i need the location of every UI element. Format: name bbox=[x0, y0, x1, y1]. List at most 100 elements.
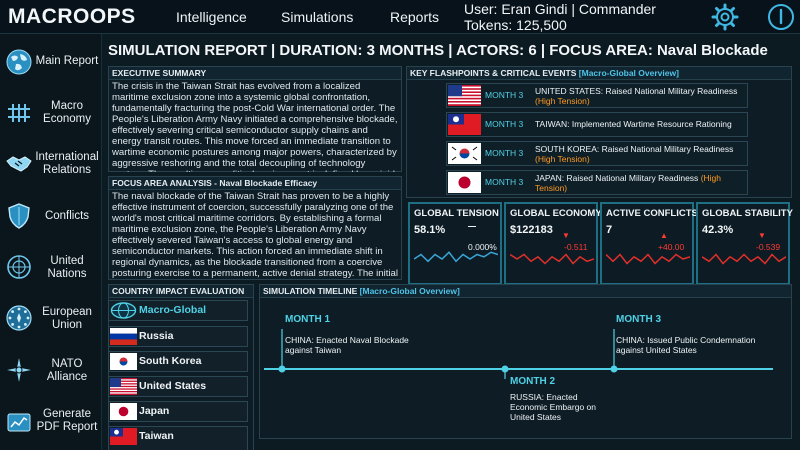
nato-compass-icon bbox=[7, 358, 31, 382]
us-flag-icon bbox=[448, 85, 481, 106]
sidebar-item-united-nations[interactable]: United Nations bbox=[0, 243, 102, 293]
metric-card-global-stability[interactable]: GLOBAL STABILITY 42.3% -0.539 ▼ bbox=[696, 202, 793, 285]
top-bar: MACROOPS Intelligence Simulations Report… bbox=[0, 0, 800, 34]
sidebar-label-main-report: Main Report bbox=[35, 55, 99, 67]
timeline-event-text: CHINA: Issued Public Condemnation agains… bbox=[616, 335, 756, 355]
nav-reports[interactable]: Reports bbox=[390, 9, 439, 25]
token-balance: Tokens: 125,500 bbox=[464, 17, 567, 33]
event-row[interactable]: MONTH 3 UNITED STATES: Raised National M… bbox=[446, 83, 748, 108]
sidebar-label-international-relations: International Relations bbox=[35, 151, 99, 176]
report-title: SIMULATION REPORT | DURATION: 3 MONTHS |… bbox=[108, 42, 768, 59]
pdf-report-icon bbox=[7, 413, 31, 432]
power-icon[interactable] bbox=[767, 3, 795, 31]
sidebar-item-macro-economy[interactable]: Macro Economy bbox=[0, 89, 102, 139]
shield-icon bbox=[8, 203, 30, 229]
event-row[interactable]: MONTH 3 TAIWAN: Implemented Wartime Reso… bbox=[446, 112, 748, 137]
eu-star-circle-icon bbox=[6, 305, 32, 331]
country-name: Russia bbox=[139, 330, 174, 342]
metric-title: GLOBAL ECONOMY bbox=[510, 208, 602, 219]
user-info: User: Eran Gindi | Commander bbox=[464, 1, 656, 17]
metric-card-global-economy[interactable]: GLOBAL ECONOMY $122183 -0.511 ▼ bbox=[504, 202, 602, 285]
nav-simulations[interactable]: Simulations bbox=[281, 9, 353, 25]
metric-title: GLOBAL TENSION bbox=[414, 208, 499, 219]
sparkline bbox=[510, 253, 594, 265]
event-description: TAIWAN: Implemented Wartime Resource Rat… bbox=[535, 119, 732, 129]
up-arrow-icon: ▲ bbox=[660, 231, 668, 240]
event-description: SOUTH KOREA: Raised National Military Re… bbox=[535, 144, 734, 164]
sparkline-path bbox=[414, 251, 498, 263]
focus-analysis-heading: FOCUS AREA ANALYSIS - Naval Blockade Eff… bbox=[109, 177, 401, 190]
country-item-russia[interactable]: Russia bbox=[108, 326, 248, 347]
economy-grid-icon bbox=[8, 104, 30, 122]
metric-value: 58.1% bbox=[414, 224, 446, 236]
sidebar-item-main-report[interactable]: Main Report bbox=[0, 38, 102, 88]
country-item-japan[interactable]: Japan bbox=[108, 401, 248, 422]
sidebar-label-european-union: European Union bbox=[42, 306, 92, 331]
tension-badge: (High Tension) bbox=[535, 154, 590, 164]
un-emblem-icon bbox=[7, 255, 31, 279]
russia-flag-icon bbox=[110, 328, 137, 345]
metric-card-active-conflicts[interactable]: ACTIVE CONFLICTS 7 +40.00 ▲ bbox=[600, 202, 698, 285]
timeline-node[interactable] bbox=[278, 365, 286, 373]
metric-value: $122183 bbox=[510, 224, 553, 236]
country-name: Macro-Global bbox=[139, 304, 207, 316]
country-name: Taiwan bbox=[139, 430, 174, 442]
flashpoints-heading: KEY FLASHPOINTS & CRITICAL EVENTS [Macro… bbox=[407, 67, 791, 80]
focus-analysis-text[interactable]: The naval blockade of the Taiwan Strait … bbox=[109, 190, 401, 280]
sparkline bbox=[606, 253, 690, 265]
event-row[interactable]: MONTH 3 JAPAN: Raised National Military … bbox=[446, 170, 748, 195]
metric-title: ACTIVE CONFLICTS bbox=[606, 208, 698, 219]
nav-intelligence[interactable]: Intelligence bbox=[176, 9, 247, 25]
south-korea-flag-icon bbox=[110, 353, 137, 370]
executive-summary-text[interactable]: The crisis in the Taiwan Strait has evol… bbox=[109, 80, 401, 172]
metric-card-global-tension[interactable]: GLOBAL TENSION 58.1% 0.000% bbox=[408, 202, 502, 285]
sidebar-item-generate-pdf-report[interactable]: Generate PDF Report bbox=[0, 398, 102, 448]
sidebar-label-generate-pdf-report: Generate PDF Report bbox=[36, 408, 98, 433]
japan-flag-icon bbox=[110, 403, 137, 420]
country-item-united-states[interactable]: United States bbox=[108, 376, 248, 397]
timeline-node[interactable] bbox=[501, 365, 509, 373]
country-item-macro-global[interactable]: Macro-Global bbox=[108, 300, 248, 321]
sidebar: Main Report Macro Economy International … bbox=[0, 34, 102, 450]
event-description: UNITED STATES: Raised National Military … bbox=[535, 86, 738, 106]
executive-summary-panel: EXECUTIVE SUMMARY The crisis in the Taiw… bbox=[108, 66, 402, 172]
event-month: MONTH 3 bbox=[485, 148, 524, 158]
tension-badge: (High Tension) bbox=[535, 96, 590, 106]
timeline-month-label: MONTH 3 bbox=[616, 314, 661, 325]
country-item-taiwan[interactable]: Taiwan bbox=[108, 426, 248, 450]
focus-analysis-panel: FOCUS AREA ANALYSIS - Naval Blockade Eff… bbox=[108, 176, 402, 280]
timeline-event-text: RUSSIA: Enacted Economic Embargo on Unit… bbox=[510, 392, 596, 422]
event-month: MONTH 3 bbox=[485, 90, 524, 100]
japan-flag-icon bbox=[448, 172, 481, 193]
timeline-node[interactable] bbox=[610, 365, 618, 373]
sidebar-item-european-union[interactable]: European Union bbox=[0, 294, 102, 344]
sidebar-label-conflicts: Conflicts bbox=[44, 210, 90, 222]
sidebar-item-conflicts[interactable]: Conflicts bbox=[0, 192, 102, 242]
timeline-event-text: CHINA: Enacted Naval Blockade against Ta… bbox=[285, 335, 409, 355]
taiwan-flag-icon bbox=[448, 114, 481, 135]
sparkline-path bbox=[702, 253, 786, 265]
metric-value: 7 bbox=[606, 224, 613, 236]
executive-summary-heading: EXECUTIVE SUMMARY bbox=[109, 67, 401, 80]
flashpoints-title: KEY FLASHPOINTS & CRITICAL EVENTS bbox=[410, 68, 577, 78]
sidebar-item-nato-alliance[interactable]: NATO Alliance bbox=[0, 346, 102, 396]
sidebar-label-macro-economy: Macro Economy bbox=[43, 100, 91, 125]
country-name: United States bbox=[139, 380, 207, 392]
south-korea-flag-icon bbox=[448, 143, 481, 164]
country-item-south-korea[interactable]: South Korea bbox=[108, 351, 248, 372]
flat-trend-icon bbox=[468, 226, 476, 227]
country-name: South Korea bbox=[139, 355, 202, 367]
sparkline bbox=[414, 251, 498, 263]
country-impact-heading: COUNTRY IMPACT EVALUATION bbox=[109, 285, 253, 298]
sidebar-item-international-relations[interactable]: International Relations bbox=[0, 139, 102, 189]
sidebar-label-nato-alliance: NATO Alliance bbox=[46, 358, 88, 383]
sidebar-label-united-nations: United Nations bbox=[47, 255, 87, 280]
event-description: JAPAN: Raised National Military Readines… bbox=[535, 173, 721, 193]
globe-icon bbox=[6, 49, 32, 75]
us-flag-icon bbox=[110, 378, 137, 395]
gear-icon[interactable] bbox=[711, 3, 739, 31]
event-row[interactable]: MONTH 3 SOUTH KOREA: Raised National Mil… bbox=[446, 141, 748, 166]
metric-value: 42.3% bbox=[702, 224, 734, 236]
app-brand[interactable]: MACROOPS bbox=[8, 5, 136, 29]
country-name: Japan bbox=[139, 405, 170, 417]
